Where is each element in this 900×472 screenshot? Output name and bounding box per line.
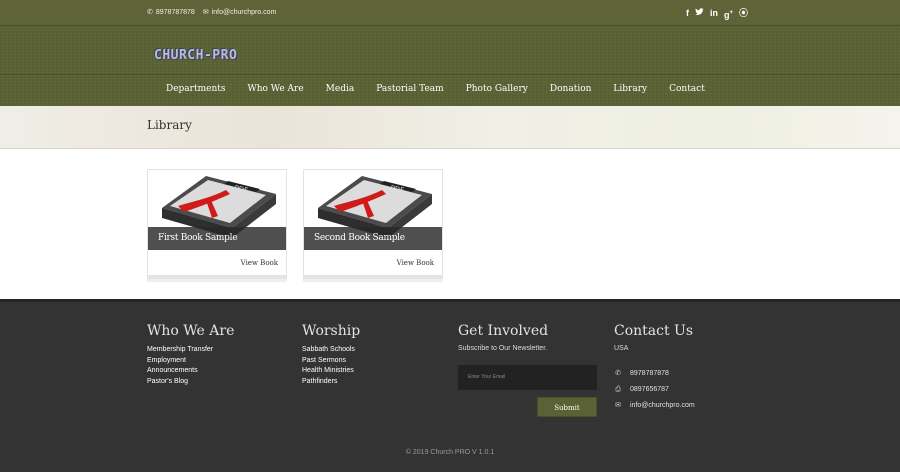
footer-link[interactable]: Health Ministries (302, 366, 360, 377)
view-book-link[interactable]: View Book (241, 259, 278, 267)
newsletter-email-input[interactable]: Enter Your Email (458, 365, 597, 390)
pinterest-icon[interactable]: ⦿ (739, 7, 748, 21)
top-email[interactable]: ✉ info@churchpro.com (202, 8, 277, 17)
contact-location: USA (614, 345, 629, 352)
footer-link[interactable]: Pastor's Blog (147, 377, 234, 388)
contact-fax: 0897656787 (630, 386, 669, 393)
footer-link[interactable]: Announcements (147, 366, 234, 377)
nav-who-we-are[interactable]: Who We Are (236, 82, 314, 96)
contact-phone: 8978787878 (630, 370, 669, 377)
book-card[interactable]: PDF Second Book Sample View Book (303, 169, 443, 276)
social-links: f in g+ ⦿ (686, 7, 748, 21)
nav-media[interactable]: Media (315, 82, 366, 96)
nav-departments[interactable]: Departments (155, 82, 236, 96)
site-logo[interactable]: CHURCH-PRO (154, 48, 237, 63)
header-divider (0, 74, 900, 75)
printer-icon: ⎙ (615, 386, 621, 393)
contact-phone-row: ✆ 8978787878 (614, 366, 695, 382)
nav-donation[interactable]: Donation (539, 82, 603, 96)
envelope-icon: ✉ (202, 9, 209, 16)
main-nav: Departments Who We Are Media Pastorial T… (155, 82, 716, 96)
facebook-icon[interactable]: f (686, 7, 689, 21)
contact-fax-row: ⎙ 0897656787 (614, 382, 695, 398)
book-list: PDF First Book Sample View Book PDF Seco… (147, 169, 443, 276)
footer-link[interactable]: Sabbath Schools (302, 345, 360, 356)
nav-library[interactable]: Library (602, 82, 658, 96)
top-phone: ✆ 8978787878 (147, 8, 195, 17)
twitter-icon[interactable] (695, 7, 704, 21)
view-book-link[interactable]: View Book (397, 259, 434, 267)
footer-link[interactable]: Pathfinders (302, 377, 360, 388)
copyright: © 2019 Church PRO V 1.0.1 (405, 449, 495, 456)
footer-worship: Worship Sabbath Schools Past Sermons Hea… (302, 323, 360, 387)
twitter-glyph (695, 8, 704, 15)
site-header: CHURCH-PRO Departments Who We Are Media … (0, 26, 900, 106)
footer-who-we-are-title: Who We Are (147, 323, 235, 339)
top-phone-text: 8978787878 (155, 8, 195, 16)
footer-contact: Contact Us USA ✆ 8978787878 ⎙ 0897656787… (614, 323, 695, 414)
envelope-icon: ✉ (615, 402, 621, 409)
phone-icon: ✆ (615, 370, 621, 377)
newsletter-subtitle: Subscribe to Our Newsletter. (458, 345, 548, 352)
book-title[interactable]: First Book Sample (148, 227, 286, 250)
footer-get-involved-title: Get Involved (458, 323, 549, 339)
nav-photo-gallery[interactable]: Photo Gallery (455, 82, 539, 96)
site-footer (0, 299, 900, 472)
book-title[interactable]: Second Book Sample (304, 227, 442, 250)
book-card[interactable]: PDF First Book Sample View Book (147, 169, 287, 276)
footer-get-involved: Get Involved Subscribe to Our Newsletter… (458, 323, 548, 352)
page-title: Library (147, 118, 192, 132)
nav-pastorial-team[interactable]: Pastorial Team (365, 82, 455, 96)
newsletter-submit-button[interactable]: Submit (537, 397, 597, 417)
nav-contact[interactable]: Contact (658, 82, 716, 96)
footer-link[interactable]: Past Sermons (302, 356, 360, 367)
top-contact: ✆ 8978787878 ✉ info@churchpro.com (147, 8, 277, 17)
top-email-text[interactable]: info@churchpro.com (212, 9, 277, 16)
footer-contact-title: Contact Us (614, 323, 694, 339)
contact-email-row: ✉ info@churchpro.com (614, 398, 695, 414)
contact-email[interactable]: info@churchpro.com (630, 398, 695, 414)
footer-link[interactable]: Employment (147, 356, 234, 367)
googleplus-icon[interactable]: g+ (724, 7, 733, 21)
linkedin-icon[interactable]: in (710, 7, 718, 21)
top-bar: ✆ 8978787878 ✉ info@churchpro.com f in g… (0, 0, 900, 26)
page-title-band: Library (0, 106, 900, 149)
footer-who-we-are: Who We Are Membership Transfer Employmen… (147, 323, 234, 387)
phone-icon: ✆ (147, 9, 153, 16)
footer-link[interactable]: Membership Transfer (147, 345, 234, 356)
footer-worship-title: Worship (302, 323, 361, 339)
